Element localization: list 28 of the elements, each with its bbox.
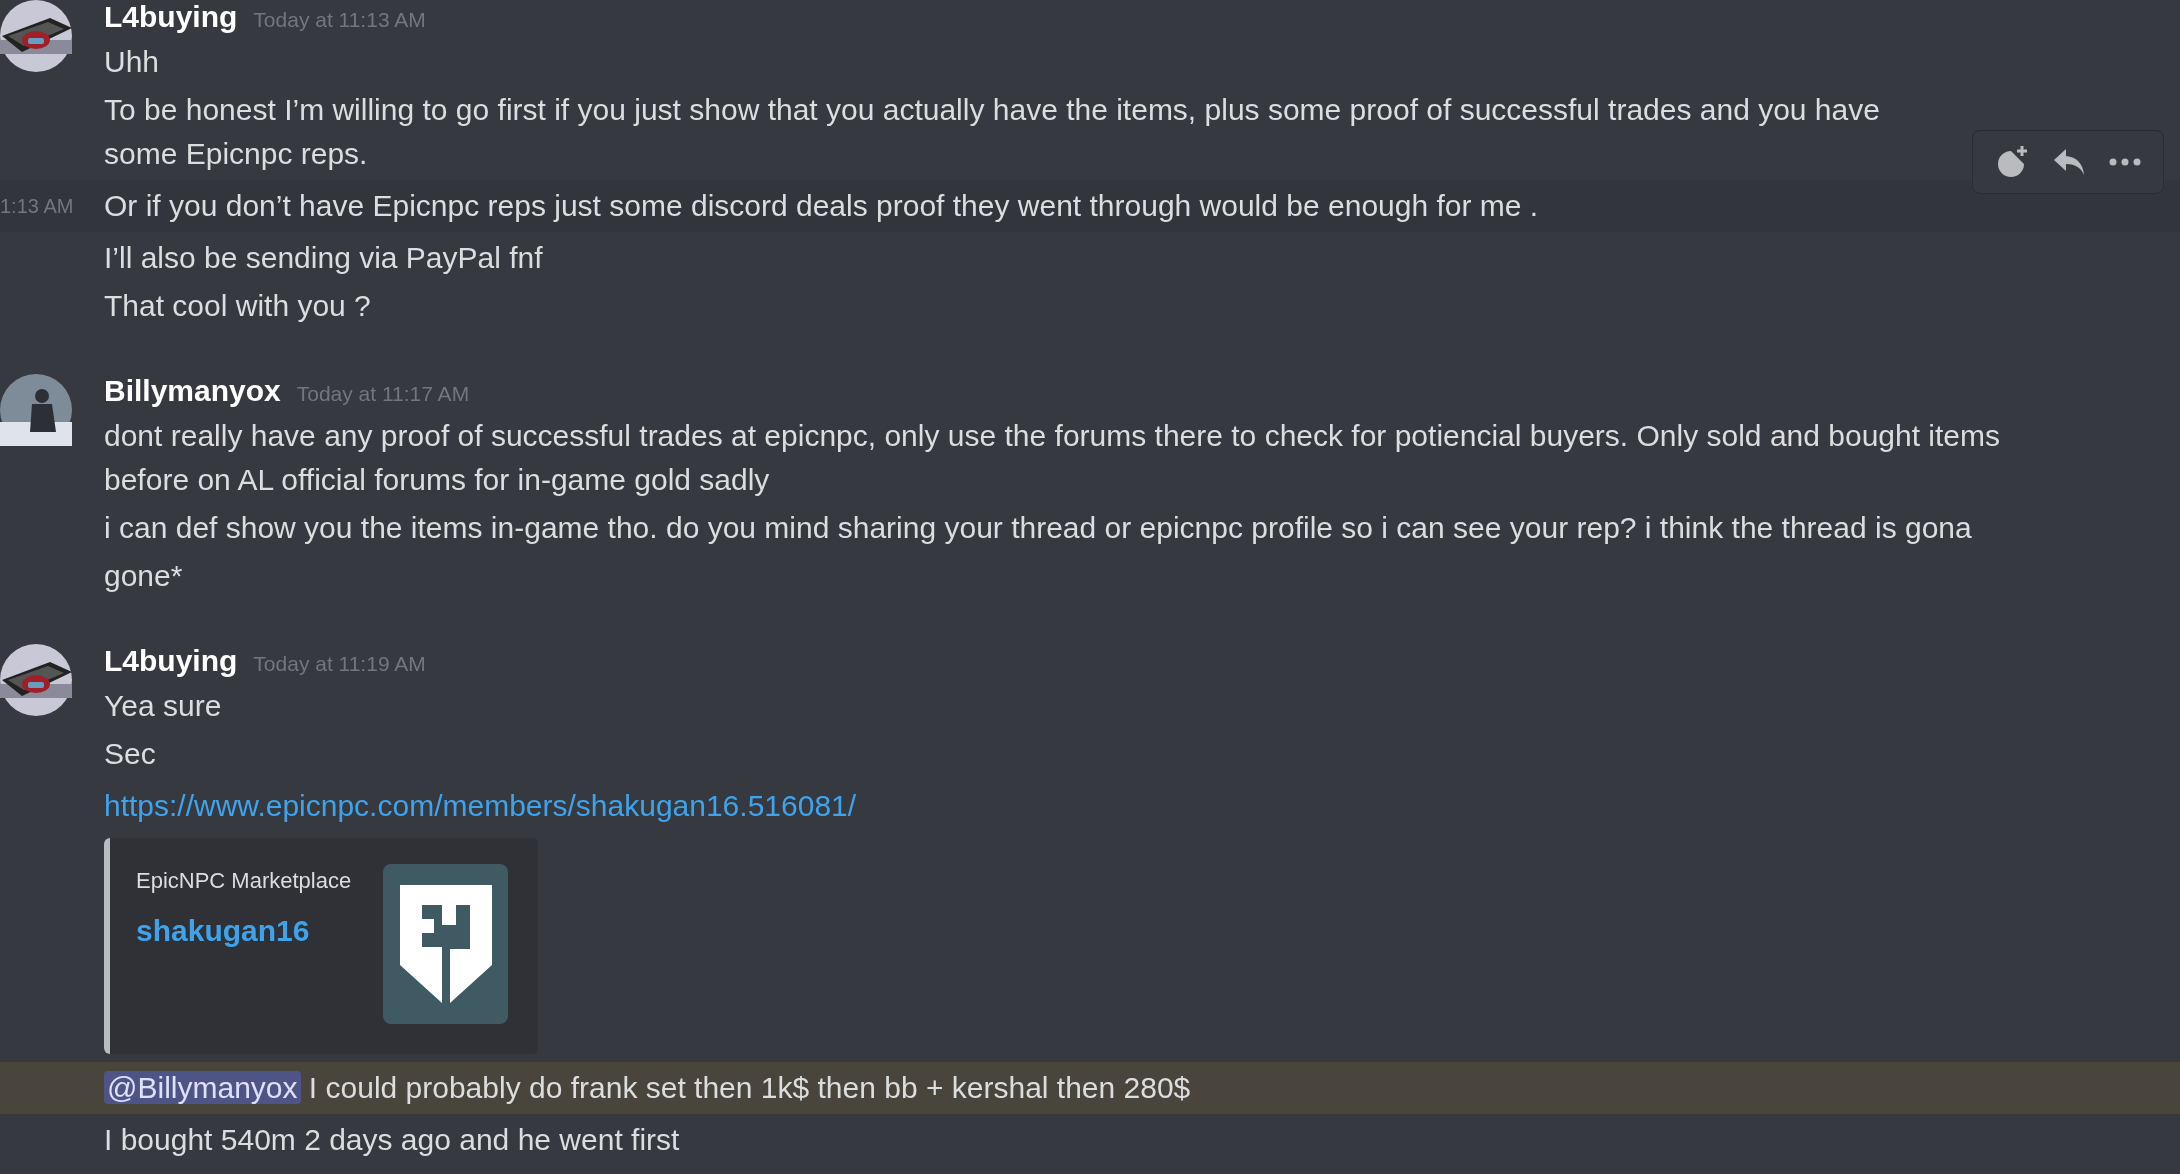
embed-provider: EpicNPC Marketplace <box>136 868 352 894</box>
message-timestamp: Today at 11:19 AM <box>253 652 426 676</box>
avatar-icon[interactable] <box>0 0 72 72</box>
avatar-icon[interactable] <box>0 644 72 716</box>
username[interactable]: Billymanyox <box>104 374 281 408</box>
hover-timestamp: 1:13 AM <box>0 194 74 219</box>
message-text: I could probably do frank set then 1k$ then bb + kershal then 280$ <box>307 1071 1191 1104</box>
avatar-icon[interactable] <box>0 374 72 446</box>
message-text: i can def show you the items in-game tho. do you mind sharing your thread or epicnpc profile so i can see your rep? i think the thread is gona <box>104 510 1973 546</box>
message-text: Yea sure <box>104 688 223 724</box>
more-options-icon[interactable] <box>2109 158 2142 166</box>
message-text: To be honest I’m willing to go first if you just show that you actually have the items, plus some proof of successful trades and you have some Epicnpc reps. <box>104 92 1881 172</box>
message-text: I bought 540m 2 days ago and he went first <box>104 1122 681 1158</box>
message-text: I’ll also be sending via PayPal fnf <box>104 240 544 276</box>
embed-title-link[interactable]: shakugan16 <box>136 914 352 948</box>
message-text: Sec <box>104 736 157 772</box>
message-text: Or if you don’t have Epicnpc reps just some discord deals proof they went through would be enough for me . <box>104 189 1539 222</box>
user-mention[interactable]: @Billymanyox <box>104 1071 301 1104</box>
message-link[interactable]: https://www.epicnpc.com/members/shakugan16.516081/ <box>104 789 857 822</box>
shield-logo-icon <box>399 885 492 1003</box>
message-text: Uhh <box>104 44 161 80</box>
message-timestamp: Today at 11:13 AM <box>253 8 426 32</box>
message-timestamp: Today at 11:17 AM <box>296 382 470 406</box>
username[interactable]: L4buying <box>104 0 238 34</box>
message-text: gone* <box>104 558 184 594</box>
reply-icon[interactable] <box>2054 147 2086 177</box>
username[interactable]: L4buying <box>104 644 238 678</box>
message-text: That cool with you ? <box>104 288 372 324</box>
